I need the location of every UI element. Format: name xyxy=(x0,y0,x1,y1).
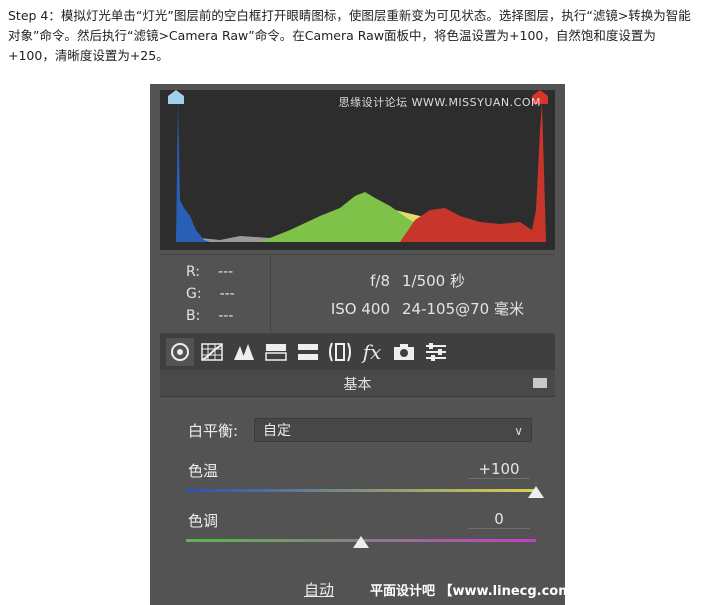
temperature-value[interactable]: +100 xyxy=(468,460,530,479)
white-balance-label: 白平衡: xyxy=(188,422,239,440)
iso-value: ISO 400 xyxy=(330,300,390,318)
basic-section-header: 基本 xyxy=(160,370,555,397)
presets-icon[interactable] xyxy=(422,338,450,366)
readout-area: R: --- G: --- B: --- f/8 1/500 秒 ISO 400 24-1… xyxy=(160,254,555,334)
tint-slider-thumb[interactable] xyxy=(353,536,369,548)
fx-icon[interactable]: fx xyxy=(358,338,386,366)
shadow-clipping-icon[interactable] xyxy=(168,90,184,104)
aperture-icon[interactable] xyxy=(166,338,194,366)
article-text: Step 4：模拟灯光单击“灯光”图层前的空白框打开眼睛图标，使图层重新变为可见… xyxy=(8,8,691,63)
r-label: R: xyxy=(186,264,201,280)
tint-label: 色调 xyxy=(188,512,219,530)
section-title: 基本 xyxy=(343,377,372,393)
histogram: 思缘设计论坛 WWW.MISSYUAN.COM xyxy=(160,90,555,250)
panel-menu-icon[interactable] xyxy=(533,378,547,388)
temperature-slider-track[interactable] xyxy=(186,489,536,492)
watermark-top: 思缘设计论坛 WWW.MISSYUAN.COM xyxy=(338,96,541,109)
camera-calibration-icon[interactable] xyxy=(390,338,418,366)
split-toning-icon[interactable] xyxy=(294,338,322,366)
panel-tabs: fx xyxy=(160,334,555,370)
camera-raw-panel: 思缘设计论坛 WWW.MISSYUAN.COM R: --- G: --- B: --… xyxy=(150,84,565,605)
white-balance-select[interactable]: 自定 ∨ xyxy=(254,418,532,442)
r-value: --- xyxy=(218,264,234,280)
readout-divider xyxy=(270,255,271,333)
chevron-down-icon: ∨ xyxy=(514,424,523,438)
auto-button[interactable]: 自动 xyxy=(304,579,334,600)
white-balance-value: 自定 xyxy=(263,423,291,439)
b-value: --- xyxy=(218,308,234,324)
g-value: --- xyxy=(219,286,235,302)
temperature-label: 色温 xyxy=(188,462,219,480)
tint-value[interactable]: 0 xyxy=(468,510,530,529)
tone-curve-icon[interactable] xyxy=(198,338,226,366)
detail-icon[interactable] xyxy=(230,338,258,366)
bottom-watermark: 平面设计吧 【www.linecg.com/tieba/1822】 xyxy=(370,584,565,599)
g-label: G: xyxy=(186,286,202,302)
exif-info: f/8 1/500 秒 ISO 400 24-105@70 毫米 xyxy=(310,267,524,323)
shutter-value: 1/500 秒 xyxy=(402,272,465,290)
b-label: B: xyxy=(186,308,201,324)
hsl-icon[interactable] xyxy=(262,338,290,366)
rgb-readout: R: --- G: --- B: --- xyxy=(186,261,235,327)
temperature-slider-thumb[interactable] xyxy=(528,486,544,498)
lens-corrections-icon[interactable] xyxy=(326,338,354,366)
lens-value: 24-105@70 毫米 xyxy=(402,300,524,318)
aperture-value: f/8 xyxy=(370,272,390,290)
